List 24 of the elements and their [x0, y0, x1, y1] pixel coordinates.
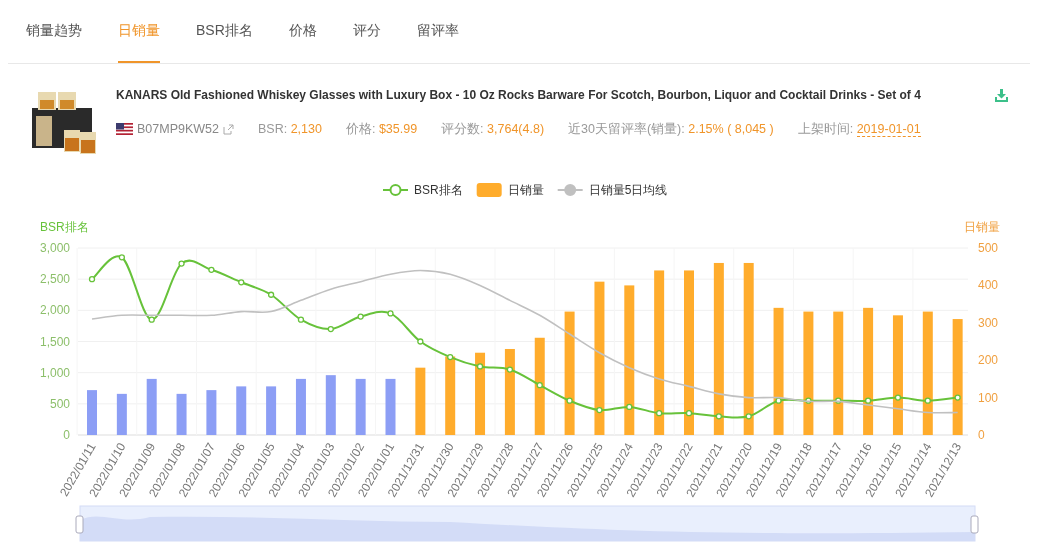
- product-title: KANARS Old Fashioned Whiskey Glasses with Luxury Box - 10 Oz Rocks Barware For Scotch, Bourbon, Liquor and Cocktail Drinks - Set of 4: [116, 87, 921, 104]
- axis-tick-label: 3,000: [39, 241, 70, 255]
- stat-text: 近30天留评率(销量): 2.15% ( 8,045 ): [568, 121, 774, 138]
- axis-tick-label: 400: [978, 278, 999, 293]
- legend-label: 日销量5日均线: [588, 183, 668, 197]
- axis-tick-label: 500: [978, 241, 999, 255]
- axis-tick-label: 300: [978, 315, 999, 330]
- axis-tick-label: 2,000: [39, 303, 70, 318]
- stat-text: 评分数: 3,764(4.8): [441, 121, 545, 138]
- axis-title: 日销量: [964, 220, 1000, 234]
- axis-tick-label: 0: [63, 428, 70, 442]
- axis-tick-label: 1,000: [39, 365, 70, 380]
- axis-title: BSR排名: [40, 220, 89, 234]
- legend-label: 日销量: [507, 183, 544, 197]
- axis-tick-label: 0: [978, 428, 985, 442]
- axis-tick-label: 100: [978, 390, 999, 405]
- axis-tick-label: 500: [49, 396, 70, 411]
- axis-tick-label: 2,500: [39, 272, 70, 287]
- stat-text: BSR: 2,130: [258, 121, 322, 138]
- stat-text: 上架时间: 2019-01-01: [797, 121, 921, 139]
- axis-tick-label: 200: [978, 353, 999, 368]
- stat-text: 价格: $35.99: [345, 121, 418, 138]
- legend-label: BSR排名: [414, 183, 463, 197]
- axis-tick-label: 1,500: [39, 334, 70, 349]
